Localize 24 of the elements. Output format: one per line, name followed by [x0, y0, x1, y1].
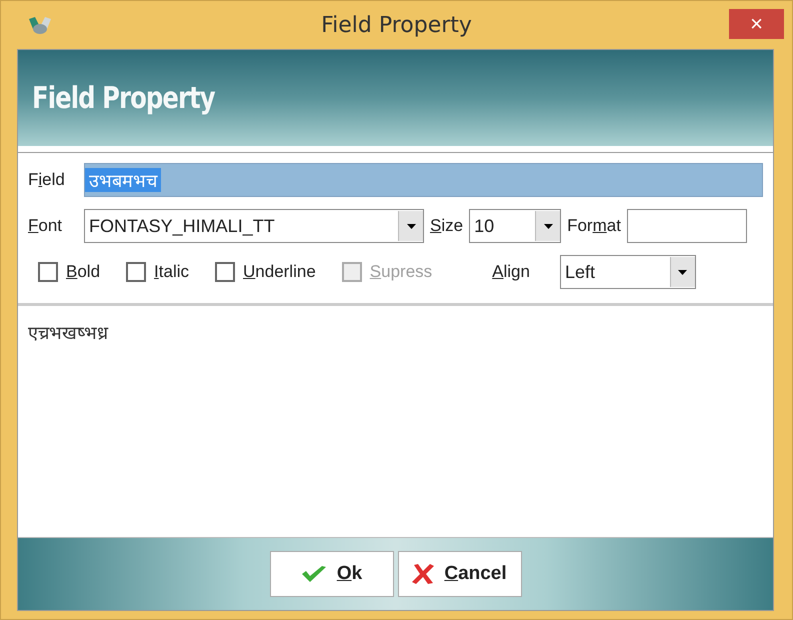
window-title: Field Property — [321, 12, 472, 38]
preview-text: एच्रभखष्भध्र — [28, 323, 108, 344]
checkbox-option[interactable]: Underline — [215, 262, 316, 282]
checkbox[interactable] — [126, 262, 146, 282]
format-label: Format — [567, 216, 621, 236]
checkbox-option[interactable]: Bold — [38, 262, 100, 282]
align-label: Align — [492, 262, 530, 282]
font-dropdown[interactable]: FONTASY_HIMALI_TT — [84, 209, 424, 243]
checkbox[interactable] — [215, 262, 235, 282]
cancel-button[interactable]: Cancel — [398, 551, 522, 597]
cross-icon — [412, 564, 434, 584]
field-label: Field — [28, 170, 66, 190]
ok-button[interactable]: Ok — [270, 551, 394, 597]
format-input[interactable] — [626, 209, 747, 243]
banner-title: Field Property — [32, 80, 215, 116]
checkmark-icon — [300, 565, 327, 583]
close-button[interactable]: × — [729, 9, 784, 39]
size-label: Size — [430, 216, 464, 236]
field-value: उभबमभच — [85, 168, 161, 192]
size-dropdown[interactable]: 10 — [469, 209, 562, 243]
font-label: Font — [28, 216, 64, 236]
checkbox-option[interactable]: Italic — [126, 262, 189, 282]
align-dropdown[interactable]: Left — [560, 255, 696, 289]
checkbox[interactable] — [38, 262, 58, 282]
